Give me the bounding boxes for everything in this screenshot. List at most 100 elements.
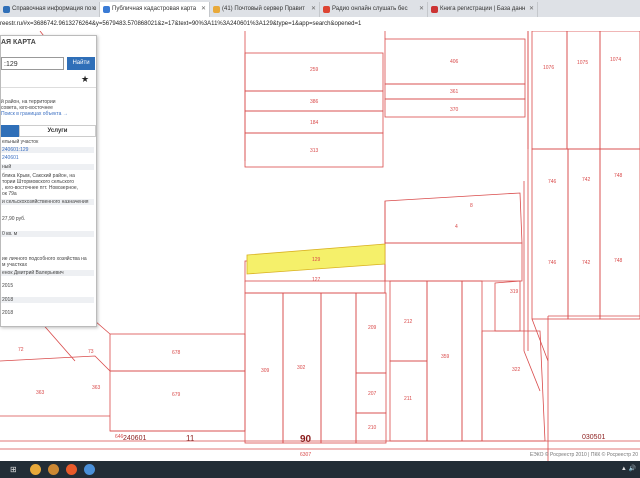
parcel-label: 361 bbox=[450, 89, 459, 95]
close-icon[interactable]: ✕ bbox=[91, 2, 96, 17]
tab-favicon-icon bbox=[323, 6, 330, 13]
panel-row: 2018 bbox=[1, 297, 94, 303]
parcel-label: 1075 bbox=[577, 60, 588, 66]
parcel-narrow bbox=[461, 280, 483, 442]
address-url[interactable]: reestr.ru/#x=3686742.9613276264&y=567948… bbox=[0, 19, 361, 29]
parcel-label: 1076 bbox=[543, 65, 554, 71]
close-icon[interactable]: ✕ bbox=[419, 2, 424, 17]
tab-favicon-icon bbox=[213, 6, 220, 13]
panel-tabs: Услуги bbox=[1, 125, 96, 137]
panel-row: ок 79а bbox=[2, 191, 17, 197]
close-icon[interactable]: ✕ bbox=[311, 2, 316, 17]
parcel-label: 313 bbox=[310, 148, 319, 154]
panel-row: 240601:129 bbox=[1, 147, 94, 153]
explorer-icon[interactable] bbox=[84, 464, 95, 475]
parcel-359 bbox=[426, 280, 463, 442]
start-icon[interactable]: ⊞ bbox=[10, 464, 21, 475]
panel-row: м участках bbox=[2, 262, 28, 268]
chrome-icon[interactable] bbox=[30, 464, 41, 475]
search-input[interactable]: :129 bbox=[1, 57, 64, 70]
parcel-4 bbox=[384, 242, 523, 282]
map-credit: ЕЭКО © Росреестр 2010 | ПКК © Росреестр … bbox=[529, 452, 638, 458]
parcel-label: 8 bbox=[470, 203, 473, 209]
parcel-label: 746 bbox=[548, 179, 557, 185]
parcel-label: 211 bbox=[404, 396, 412, 402]
parcel-label: 406 bbox=[450, 59, 459, 65]
parcel-label: 386 bbox=[310, 99, 319, 105]
panel-row: 240601 bbox=[2, 155, 19, 161]
close-icon[interactable]: ✕ bbox=[201, 2, 206, 17]
parcel-742 bbox=[567, 148, 601, 320]
parcel-label: 309 bbox=[261, 368, 270, 374]
search-in-bounds-link[interactable]: Поиск в границах объекта → bbox=[1, 111, 93, 117]
close-icon[interactable]: ✕ bbox=[529, 2, 534, 17]
parcel-label: 742 bbox=[582, 177, 591, 183]
tab-favicon-icon bbox=[103, 6, 110, 13]
parcel-label: 127 bbox=[312, 277, 321, 283]
tab-label: Книга регистрации | База данн bbox=[440, 6, 526, 12]
tab-info[interactable] bbox=[1, 125, 19, 137]
parcel-8 bbox=[384, 192, 523, 244]
tab-mail-server[interactable]: (41) Почтовый сервер Правит ✕ bbox=[210, 2, 320, 17]
find-button[interactable]: Найти bbox=[67, 57, 95, 70]
parcel-label: 259 bbox=[310, 67, 319, 73]
tab-label: (41) Почтовый сервер Правит bbox=[222, 6, 305, 12]
region-label: 90 bbox=[300, 434, 312, 445]
parcel-label: 6307 bbox=[300, 452, 311, 458]
panel-row: ный bbox=[1, 164, 94, 170]
parcel-label: 678 bbox=[172, 350, 181, 356]
parcel-label: 322 bbox=[512, 367, 521, 373]
app-icon[interactable] bbox=[48, 464, 59, 475]
parcel-209 bbox=[355, 292, 387, 374]
firefox-icon[interactable] bbox=[66, 464, 77, 475]
address-bar[interactable]: reestr.ru/#x=3686742.9613276264&y=567948… bbox=[0, 17, 640, 32]
parcel-label: 129 bbox=[312, 257, 321, 263]
panel-row: 27,90 руб. bbox=[2, 216, 26, 222]
parcel-label: 742 bbox=[582, 260, 591, 266]
panel-row: и сельскохозяйственного назначения bbox=[1, 199, 94, 205]
cadastral-info-panel: АЯ КАРТА :129 Найти ★ й район, на террит… bbox=[0, 35, 97, 327]
tab-reference-info[interactable]: Справочная информация по о ✕ bbox=[0, 2, 100, 17]
tab-label: Справочная информация по о bbox=[12, 6, 97, 12]
parcel-label: 363 bbox=[92, 385, 101, 391]
parcel-label: 209 bbox=[368, 325, 377, 331]
parcel-label: 210 bbox=[368, 425, 377, 431]
tab-registration-book[interactable]: Книга регистрации | База данн ✕ bbox=[428, 2, 538, 17]
region-description: й район, на территории совета, юго-восто… bbox=[1, 99, 93, 117]
star-icon[interactable]: ★ bbox=[81, 74, 89, 85]
parcel-label: 359 bbox=[441, 354, 450, 360]
tab-label: Публичная кадастровая карта bbox=[112, 6, 197, 12]
panel-row: 2018 bbox=[2, 310, 14, 316]
parcel-col bbox=[320, 292, 357, 444]
parcel-1076 bbox=[531, 31, 568, 150]
tab-favicon-icon bbox=[3, 6, 10, 13]
parcel-label: 363 bbox=[36, 390, 45, 396]
tab-radio-online[interactable]: Радио онлайн слушать бес ✕ bbox=[320, 2, 428, 17]
system-tray[interactable]: ▲ 🔊 bbox=[621, 465, 636, 472]
parcel-label: 207 bbox=[368, 391, 377, 397]
panel-row: 2015 bbox=[2, 283, 14, 289]
panel-row: 0 кв. м bbox=[1, 231, 94, 237]
parcel-label: 72 bbox=[18, 347, 24, 353]
taskbar: ⊞ ▲ 🔊 bbox=[0, 461, 640, 478]
quarter-label: 030501 bbox=[582, 434, 605, 441]
quarter-label: 11 bbox=[186, 434, 195, 443]
parcel-label: 73 bbox=[88, 349, 94, 355]
parcel-label: 184 bbox=[310, 120, 319, 126]
parcel-label: 4 bbox=[455, 224, 458, 230]
parcel-label: 679 bbox=[172, 392, 181, 398]
parcel-label: 1074 bbox=[610, 57, 621, 63]
parcel-label: 370 bbox=[450, 107, 459, 113]
quarter-label: 240601 bbox=[123, 435, 146, 442]
tab-cadastral-map[interactable]: Публичная кадастровая карта ✕ bbox=[100, 2, 210, 17]
tab-label: Радио онлайн слушать бес bbox=[332, 6, 408, 12]
parcel-label: 302 bbox=[297, 365, 306, 371]
parcel-679 bbox=[109, 370, 246, 432]
tab-services[interactable]: Услуги bbox=[19, 125, 96, 137]
parcel-322 bbox=[481, 330, 546, 442]
parcel-label: 748 bbox=[614, 173, 623, 179]
parcel-label: 746 bbox=[548, 260, 557, 266]
tab-favicon-icon bbox=[431, 6, 438, 13]
panel-title: АЯ КАРТА bbox=[1, 39, 36, 46]
panel-row: енок Дмитрий Валерьевич bbox=[1, 270, 94, 276]
